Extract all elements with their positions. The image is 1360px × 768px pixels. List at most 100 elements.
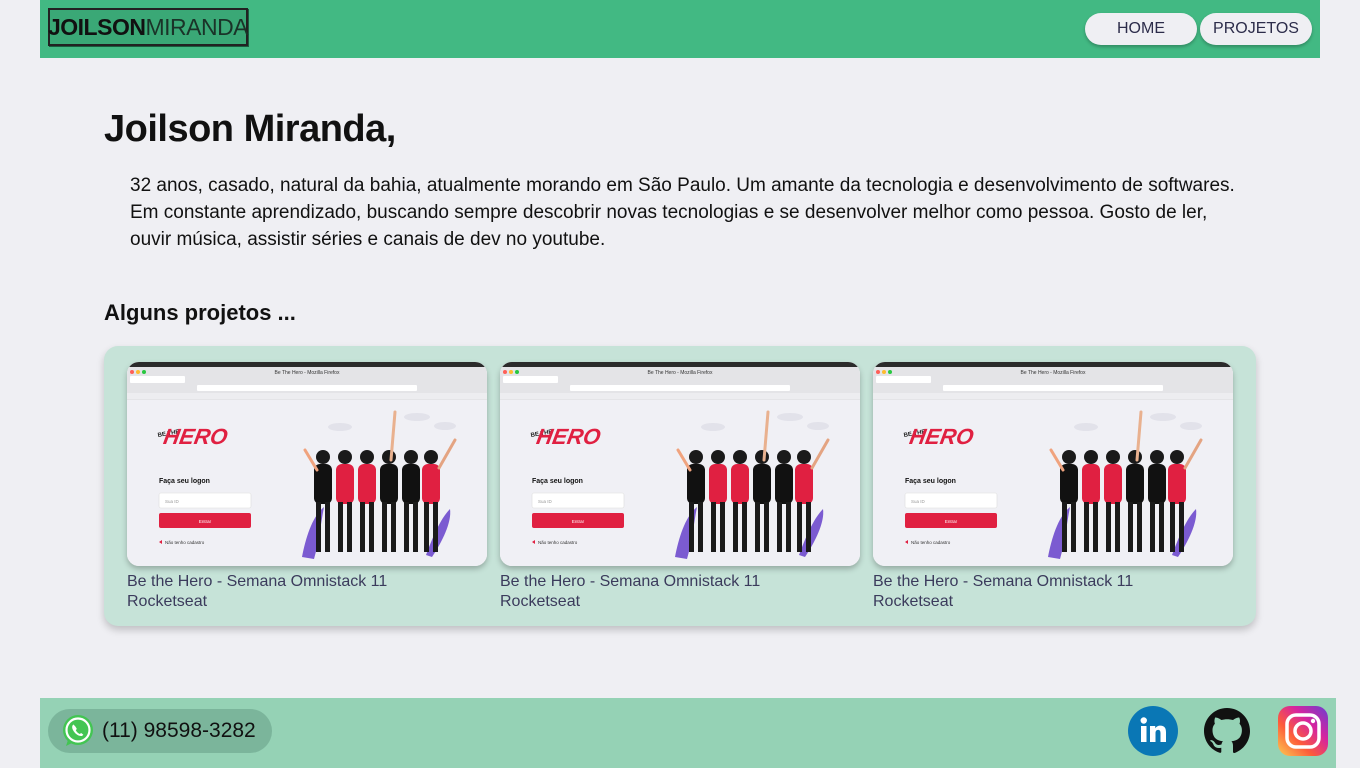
screenshot-drawing: Be The Hero - Mozilla FirefoxBE THEHEROF… bbox=[127, 362, 487, 566]
person-leg bbox=[1159, 502, 1164, 552]
person-head bbox=[316, 450, 330, 464]
person-leg bbox=[777, 502, 782, 552]
minimize-dot bbox=[509, 370, 513, 374]
logo[interactable]: JOILSON MIRANDA bbox=[47, 8, 249, 46]
person-head bbox=[733, 450, 747, 464]
project-title[interactable]: Be the Hero - Semana Omnistack 11 bbox=[873, 572, 1233, 592]
person-leg bbox=[1137, 502, 1142, 552]
login-button-label: Entrar bbox=[945, 519, 958, 524]
person-leg bbox=[797, 502, 802, 552]
person-leg bbox=[360, 502, 365, 552]
person-head bbox=[689, 450, 703, 464]
person-body bbox=[753, 464, 771, 504]
person-head bbox=[1084, 450, 1098, 464]
brand-logo-text: HERO bbox=[535, 424, 603, 449]
person-leg bbox=[720, 502, 725, 552]
project-title[interactable]: Be the Hero - Semana Omnistack 11 bbox=[500, 572, 860, 592]
browser-tab bbox=[130, 376, 185, 383]
person-leg bbox=[347, 502, 352, 552]
person-leg bbox=[1179, 502, 1184, 552]
project-screenshot[interactable]: Be The Hero - Mozilla Firefox BE THE HERO F… bbox=[500, 362, 860, 566]
person-head bbox=[797, 450, 811, 464]
project-title[interactable]: Be the Hero - Semana Omnistack 11 bbox=[127, 572, 487, 592]
maximize-dot bbox=[142, 370, 146, 374]
person-head bbox=[711, 450, 725, 464]
person-leg bbox=[1170, 502, 1175, 552]
project-subtitle: Rocketseat bbox=[873, 593, 954, 610]
person-leg bbox=[698, 502, 703, 552]
nav-projetos-button[interactable]: PROJETOS bbox=[1200, 13, 1312, 45]
close-dot bbox=[876, 370, 880, 374]
linkedin-icon[interactable] bbox=[1128, 706, 1178, 756]
login-heading: Faça seu logon bbox=[905, 478, 956, 485]
person-leg bbox=[316, 502, 321, 552]
instagram-icon[interactable] bbox=[1278, 706, 1328, 756]
project-screenshot[interactable]: Be The Hero - Mozilla Firefox BE THE HERO F… bbox=[873, 362, 1233, 566]
address-bar bbox=[943, 385, 1163, 391]
nav-home-button[interactable]: HOME bbox=[1085, 13, 1197, 45]
project-card[interactable]: Be The Hero - Mozilla Firefox BE THE HERO F… bbox=[873, 362, 1233, 612]
register-link: Não tenho cadastro bbox=[911, 540, 951, 545]
person-body bbox=[1168, 464, 1186, 504]
login-heading: Faça seu logon bbox=[532, 478, 583, 485]
bookmarks-bar bbox=[500, 393, 860, 399]
cloud-shape bbox=[1074, 423, 1098, 431]
bookmarks-bar bbox=[127, 393, 487, 399]
os-topbar bbox=[127, 362, 487, 367]
project-card[interactable]: Be The Hero - Mozilla Firefox BE THE HERO F… bbox=[500, 362, 860, 612]
page-title: Joilson Miranda, bbox=[104, 108, 396, 150]
person-leg bbox=[369, 502, 374, 552]
project-card[interactable]: Be The Hero - Mozilla Firefox BE THE HERO F… bbox=[127, 362, 487, 612]
whatsapp-icon bbox=[63, 715, 93, 746]
github-icon[interactable] bbox=[1202, 706, 1252, 756]
window-title: Be The Hero - Mozilla Firefox bbox=[648, 370, 713, 376]
person-leg bbox=[1093, 502, 1098, 552]
person-leg bbox=[391, 502, 396, 552]
person-leg bbox=[1150, 502, 1155, 552]
login-heading: Faça seu logon bbox=[159, 478, 210, 485]
person-body bbox=[336, 464, 354, 504]
person-head bbox=[1170, 450, 1184, 464]
login-input-placeholder: Sua ID bbox=[911, 499, 926, 504]
person-leg bbox=[786, 502, 791, 552]
person-body bbox=[795, 464, 813, 504]
person-leg bbox=[711, 502, 716, 552]
screenshot-drawing: Be The Hero - Mozilla FirefoxBE THEHEROF… bbox=[500, 362, 860, 566]
close-dot bbox=[130, 370, 134, 374]
person-head bbox=[777, 450, 791, 464]
person-leg bbox=[1106, 502, 1111, 552]
browser-tab bbox=[876, 376, 931, 383]
close-dot bbox=[503, 370, 507, 374]
person-body bbox=[422, 464, 440, 504]
cloud-shape bbox=[701, 423, 725, 431]
browser-tab bbox=[503, 376, 558, 383]
login-input-placeholder: Sua ID bbox=[165, 499, 180, 504]
person-leg bbox=[338, 502, 343, 552]
bookmarks-bar bbox=[873, 393, 1233, 399]
minimize-dot bbox=[136, 370, 140, 374]
project-screenshot[interactable]: Be The Hero - Mozilla Firefox BE THE HERO F… bbox=[127, 362, 487, 566]
person-leg bbox=[413, 502, 418, 552]
bio-text: 32 anos, casado, natural da bahia, atual… bbox=[130, 175, 1235, 250]
whatsapp-contact[interactable]: (11) 98598-3282 bbox=[48, 709, 272, 753]
person-head bbox=[382, 450, 396, 464]
projects-panel: Be The Hero - Mozilla Firefox BE THE HERO F… bbox=[104, 346, 1256, 626]
brand-logo-text: HERO bbox=[908, 424, 976, 449]
person-head bbox=[1062, 450, 1076, 464]
phone-number: (11) 98598-3282 bbox=[102, 719, 256, 742]
person-leg bbox=[424, 502, 429, 552]
cloud-shape bbox=[404, 413, 430, 421]
cloud-shape bbox=[1150, 413, 1176, 421]
header: JOILSON MIRANDA HOME PROJETOS bbox=[40, 0, 1320, 58]
logo-bold-text: JOILSON bbox=[47, 13, 146, 40]
person-head bbox=[404, 450, 418, 464]
person-body bbox=[731, 464, 749, 504]
project-subtitle: Rocketseat bbox=[500, 593, 581, 610]
person-leg bbox=[1084, 502, 1089, 552]
login-button-label: Entrar bbox=[572, 519, 585, 524]
project-subtitle: Rocketseat bbox=[127, 593, 208, 610]
person-head bbox=[1150, 450, 1164, 464]
screenshot-drawing: Be The Hero - Mozilla FirefoxBE THEHEROF… bbox=[873, 362, 1233, 566]
person-leg bbox=[806, 502, 811, 552]
os-topbar bbox=[873, 362, 1233, 367]
